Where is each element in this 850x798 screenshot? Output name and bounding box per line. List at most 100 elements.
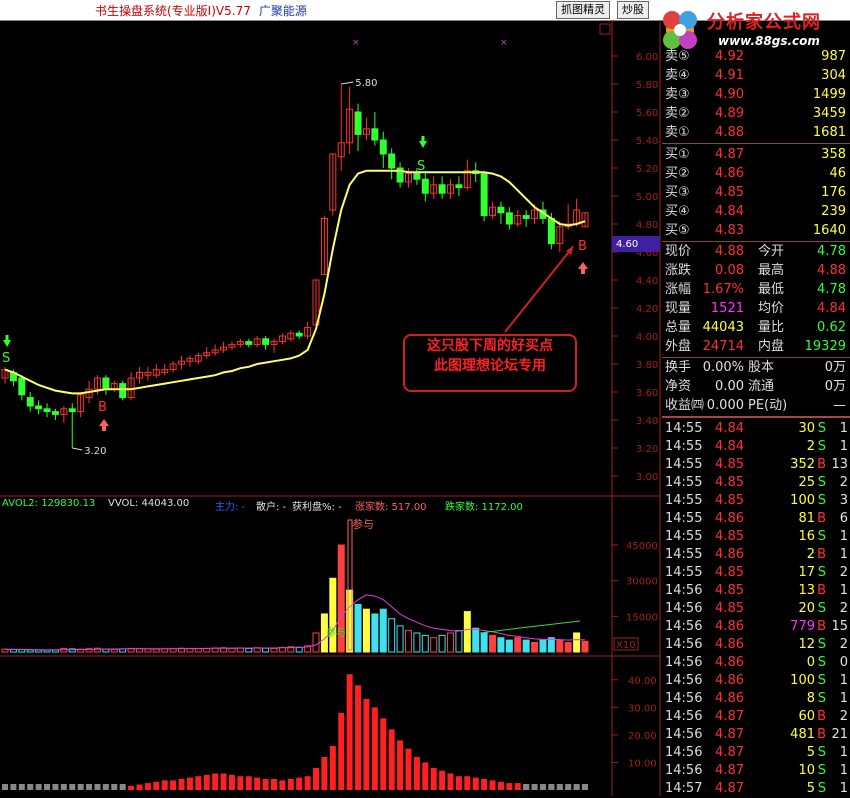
candle-body: [43, 408, 51, 413]
annotation-line-2: 此图理想论坛专用: [434, 358, 546, 374]
tick-side: S: [817, 493, 826, 508]
order-buy-row: 买⑤ 4.83 1640: [662, 222, 850, 240]
tick-volume: 0: [806, 655, 815, 670]
tick-count: 15: [831, 619, 848, 634]
tick-side: S: [817, 781, 826, 796]
tick-price: 4.87: [715, 763, 744, 778]
price-axis-label: 3.00: [636, 472, 658, 483]
tick-price: 4.85: [715, 493, 744, 508]
order-price: 4.89: [715, 106, 744, 121]
tick-volume: 10: [798, 763, 815, 778]
histogram-bar: [321, 756, 328, 790]
price-axis-label: 4.00: [636, 332, 658, 343]
tick-time: 14:55: [665, 511, 703, 526]
quote-row: 外盘 24714 内盘 19329: [662, 338, 850, 356]
order-sell-row: 卖② 4.89 3459: [662, 105, 850, 123]
candle-body: [455, 184, 463, 189]
histogram-bar: [413, 756, 420, 790]
histogram-bar: [254, 777, 261, 790]
watermark-url: www.88gs.com: [718, 34, 820, 48]
volume-bar: [480, 632, 488, 653]
histogram-bar: [128, 785, 135, 790]
lower-axis-label: 20.00: [628, 731, 657, 742]
histogram-bar: [35, 784, 42, 790]
histogram-bar: [144, 783, 151, 790]
tick-count: 1: [839, 421, 848, 436]
vol-axis-label: 15000: [626, 612, 658, 623]
tick-price: 4.86: [715, 691, 744, 706]
quote-label: 总量: [665, 320, 692, 335]
tick-count: 1: [839, 439, 848, 454]
histogram-bar: [497, 781, 504, 790]
candle-body: [379, 139, 387, 155]
volume-bar: [430, 637, 438, 653]
quote-value: 4.84: [817, 301, 846, 316]
buy-arrow-icon: [102, 426, 106, 431]
order-price: 4.88: [715, 125, 744, 140]
divider: [662, 143, 850, 144]
tick-side: S: [817, 439, 826, 454]
tick-count: 1: [839, 529, 848, 544]
volume-bar: [404, 630, 412, 653]
histogram-bar: [329, 745, 336, 790]
order-label: 卖④: [665, 68, 690, 83]
order-label: 买④: [665, 204, 690, 219]
tick-volume: 481: [790, 727, 815, 742]
histogram-bar: [455, 776, 462, 790]
tick-side: S: [817, 475, 826, 490]
quote-label: 涨幅: [665, 282, 692, 297]
tick-volume: 60: [798, 709, 815, 724]
tick-count: 3: [839, 493, 848, 508]
tick-volume: 30: [798, 421, 815, 436]
volume-bar: [472, 627, 480, 653]
histogram-bar: [195, 776, 202, 790]
tick-side: B: [817, 547, 826, 562]
histogram-bar: [161, 780, 168, 790]
tick-count: 2: [839, 565, 848, 580]
low-pointer: [72, 447, 83, 451]
stats-value: 0.000: [706, 398, 744, 413]
volume-bar: [329, 577, 337, 653]
candle-body: [119, 383, 127, 399]
high-pointer: [341, 81, 354, 85]
histogram-bar: [27, 784, 34, 790]
tick-price: 4.84: [715, 421, 744, 436]
tick-side: S: [817, 529, 826, 544]
histogram-bar: [355, 685, 362, 790]
volume-bar: [379, 608, 387, 653]
volume-bar: [438, 634, 446, 653]
tick-side: S: [817, 565, 826, 580]
volume-bar: [161, 648, 169, 653]
tick-row: 14:56 4.87 5 S 1: [662, 744, 850, 762]
stats-value: 0.00: [715, 379, 744, 394]
order-volume: 1499: [812, 87, 846, 102]
stats-label: 收益㈣: [665, 398, 705, 413]
histogram-bar: [153, 781, 160, 790]
tick-time: 14:55: [665, 565, 703, 580]
stats-value: 0万: [824, 379, 846, 394]
candle-body: [438, 184, 446, 194]
volume-bar: [144, 648, 152, 653]
tick-count: 1: [839, 547, 848, 562]
tick-price: 4.85: [715, 457, 744, 472]
volume-bar: [505, 639, 513, 653]
histogram-bar: [464, 776, 471, 790]
quote-row: 涨幅 1.67% 最低 4.78: [662, 281, 850, 299]
avol2-label: AVOL2: 129830.13: [2, 498, 96, 509]
quote-value: 19329: [804, 339, 846, 354]
current-price-label: 4.60: [616, 239, 638, 250]
histogram-bar: [10, 784, 17, 790]
histogram-bar: [472, 777, 479, 790]
histogram-bar: [556, 784, 563, 790]
tick-price: 4.84: [715, 439, 744, 454]
tick-time: 14:55: [665, 421, 703, 436]
candle-body: [295, 332, 303, 337]
histogram-bar: [422, 762, 429, 790]
tick-time: 14:55: [665, 493, 703, 508]
candle-body: [480, 173, 488, 217]
stats-label: 换手: [665, 360, 692, 375]
lower-axis-label: 40.00: [628, 676, 657, 687]
volume-bar: [26, 649, 34, 653]
order-label: 卖②: [665, 106, 690, 121]
stats-row: 收益㈣ 0.000 PE(动) —: [662, 397, 850, 415]
